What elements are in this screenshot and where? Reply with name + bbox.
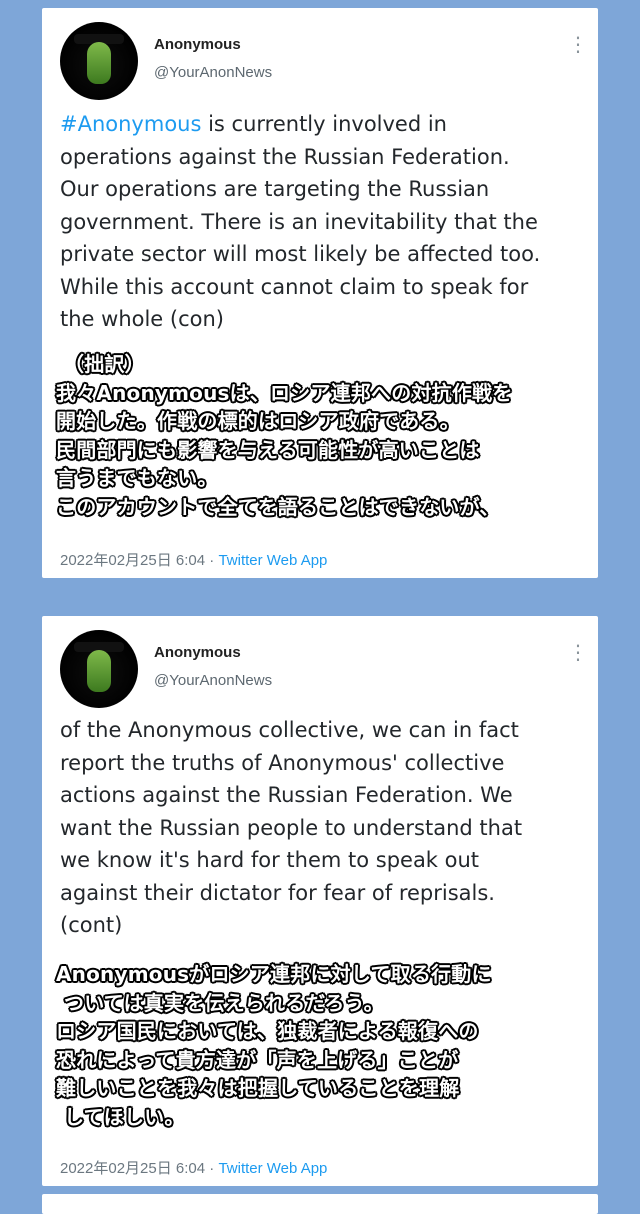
translation-line: してほしい。 [64,1104,185,1129]
mask-face-shape [87,42,111,84]
meta-separator: · [205,552,219,569]
tweet-text-line: actions against the Russian Federation. … [60,783,513,807]
translation-line: 我々Anonymousは、ロシア連邦への対抗作戦を [56,380,513,405]
tweet-text-line: government. There is an inevitability th… [60,209,538,234]
hashtag-link[interactable]: #Anonymous [60,112,201,136]
translation-line: このアカウントで全てを語ることはできないが、 [56,494,500,519]
tweet-text-line: of the Anonymous collective, we can in f… [60,718,519,742]
tweet-meta: 2022年02月25日 6:04 · Twitter Web App [60,549,327,570]
translation-line: 難しいことを我々は把握していることを理解 [56,1076,460,1101]
author-name[interactable]: Anonymous [154,644,241,661]
tweet-text-line: want the Russian people to understand th… [60,815,523,840]
tweet-card[interactable]: Anonymous @YourAnonNews ⋮ of the Anonymo… [42,616,598,1186]
more-options-icon[interactable]: ⋮ [568,34,588,54]
more-options-icon[interactable]: ⋮ [568,642,588,662]
tweet-app-link[interactable]: Twitter Web App [218,1160,327,1177]
tweet-text-line: (cont) [60,913,123,937]
tweet-text-line: private sector will most likely be affec… [60,242,541,266]
meta-separator: · [205,1160,219,1177]
translation-overlay: Anonymousがロシア連邦に対して取る行動に ついては真実を伝えられるだろう… [56,960,592,1132]
tweet-date[interactable]: 2022年02月25日 6:04 [60,552,205,569]
avatar[interactable] [60,630,138,708]
translation-line: ロシア国民においては、独裁者による報復への [56,1019,479,1044]
tweet-meta: 2022年02月25日 6:04 · Twitter Web App [60,1157,327,1178]
author-name[interactable]: Anonymous [154,36,241,53]
tweet-card[interactable]: Anonymous @YourAnonNews ⋮ #Anonymous is … [42,8,598,578]
tweet-text-line: While this account cannot claim to speak… [60,274,529,299]
tweet-text-line: is currently involved in [201,112,447,136]
tweet-text: of the Anonymous collective, we can in f… [60,714,580,942]
tweet-text-line: operations against the Russian Federatio… [60,144,510,169]
tweet-text: #Anonymous is currently involved in oper… [60,108,580,336]
tweet-text-line: against their dictator for fear of repri… [60,880,495,905]
tweet-date[interactable]: 2022年02月25日 6:04 [60,1160,205,1177]
translation-line: 開始した。作戦の標的はロシア政府である。 [56,409,460,434]
author-handle[interactable]: @YourAnonNews [154,64,272,81]
translation-line: ついては真実を伝えられるだろう。 [64,990,384,1015]
tweet-text-line: Our operations are targeting the Russian [60,177,490,201]
mask-face-shape [87,650,111,692]
tweet-text-line: the whole (con) [60,307,224,331]
tweet-text-line: report the truths of Anonymous' collecti… [60,750,505,775]
tweet-card-partial [42,1194,598,1214]
translation-line: （拙訳） [64,352,145,376]
translation-line: 民間部門にも影響を与える可能性が高いことは [56,437,480,462]
translation-line: Anonymousがロシア連邦に対して取る行動に [56,962,492,986]
translation-line: 恐れによって貴方達が「声を上げる」ことが [56,1047,459,1072]
tweet-app-link[interactable]: Twitter Web App [218,552,327,569]
tweet-text-line: we know it's hard for them to speak out [60,848,480,872]
avatar[interactable] [60,22,138,100]
translation-overlay: （拙訳） 我々Anonymousは、ロシア連邦への対抗作戦を 開始した。作戦の標… [56,350,592,522]
translation-line: 言うまでもない。 [56,466,218,491]
author-handle[interactable]: @YourAnonNews [154,672,272,689]
